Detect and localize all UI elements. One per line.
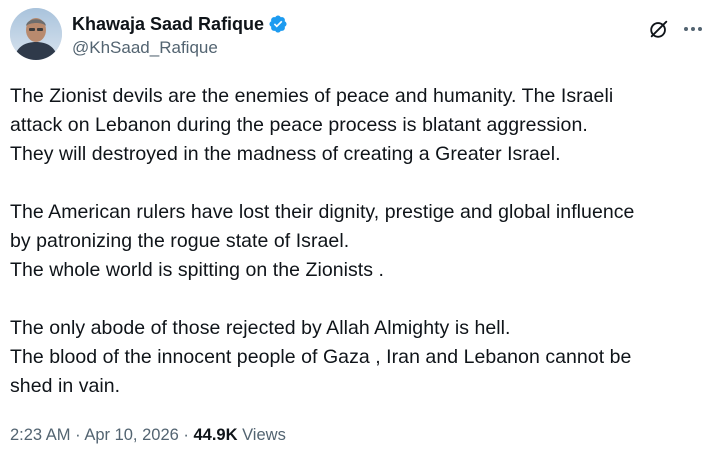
author-display-name[interactable]: Khawaja Saad Rafique (72, 14, 264, 35)
author-handle[interactable]: @KhSaad_Rafique (72, 38, 288, 58)
post-paragraph: The American rulers have lost their dign… (10, 198, 710, 285)
post-header: Khawaja Saad Rafique @KhSaad_Rafique (10, 8, 710, 64)
verified-badge-icon (268, 14, 288, 34)
name-row: Khawaja Saad Rafique (72, 12, 288, 36)
meta-separator: · (178, 426, 194, 444)
avatar[interactable] (10, 8, 62, 60)
post-paragraph: The only abode of those rejected by Alla… (10, 314, 710, 401)
post-text: The Zionist devils are the enemies of pe… (10, 82, 710, 401)
post-text-line: The only abode of those rejected by Alla… (10, 317, 511, 339)
views-count: 44.9K (193, 426, 238, 444)
post-paragraph: The Zionist devils are the enemies of pe… (10, 82, 710, 169)
grok-icon[interactable] (648, 18, 670, 40)
post-text-line: The Zionist devils are the enemies of pe… (10, 85, 614, 107)
post-text-line: shed in vain. (10, 375, 121, 397)
meta-separator: · (70, 426, 85, 444)
post-meta: 2:23 AM · Apr 10, 2026 · 44.9K Views (10, 426, 286, 445)
author-info: Khawaja Saad Rafique @KhSaad_Rafique (72, 12, 288, 58)
post-text-line: by patronizing the rogue state of Israel… (10, 230, 350, 252)
post-text-line: They will destroyed in the madness of cr… (10, 143, 561, 165)
post-card: Khawaja Saad Rafique @KhSaad_Rafique The… (0, 0, 720, 461)
more-dots-icon[interactable] (680, 18, 706, 40)
post-text-line: The blood of the innocent people of Gaza… (10, 346, 632, 368)
post-text-line: The whole world is spitting on the Zioni… (10, 259, 385, 281)
views-label: Views (237, 426, 286, 444)
post-text-line: The American rulers have lost their dign… (10, 201, 635, 223)
post-text-line: attack on Lebanon during the peace proce… (10, 114, 588, 136)
post-date[interactable]: Apr 10, 2026 (84, 426, 179, 444)
post-time[interactable]: 2:23 AM (10, 426, 71, 444)
